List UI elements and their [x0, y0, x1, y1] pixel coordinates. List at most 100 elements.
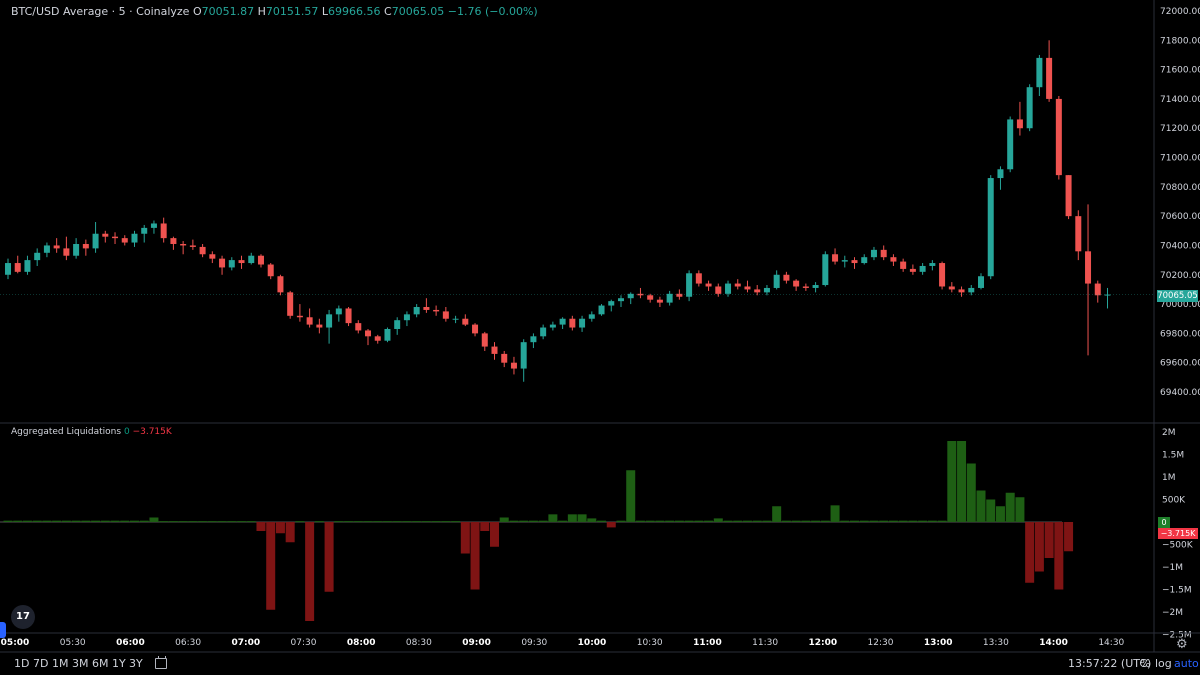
- range-3y-button[interactable]: 3Y: [129, 657, 143, 670]
- candle-down: [1055, 98, 1062, 176]
- liq-tick-label: 1M: [1162, 473, 1176, 483]
- range-3m-button[interactable]: 3M: [72, 657, 89, 670]
- candle-down: [365, 330, 372, 337]
- liq-bar-long: [577, 514, 587, 522]
- candle-up: [150, 223, 157, 228]
- candle-down: [199, 246, 206, 255]
- liq-bar-long: [373, 521, 383, 523]
- liq-bar-short: [1054, 522, 1064, 590]
- percent-scale-button[interactable]: %: [1140, 657, 1150, 670]
- liq-bar-long: [801, 520, 811, 522]
- candle-up: [34, 252, 41, 261]
- liq-bar-long: [694, 520, 704, 522]
- tradingview-logo[interactable]: 17: [11, 605, 35, 629]
- liq-bar-long: [81, 520, 91, 522]
- liq-bar-long: [217, 521, 227, 523]
- range-1d-button[interactable]: 1D: [14, 657, 29, 670]
- liq-bar-long: [1005, 492, 1015, 522]
- utc-clock[interactable]: 13:57:22 (UTC): [1068, 657, 1151, 670]
- range-7d-button[interactable]: 7D: [33, 657, 48, 670]
- candle-down: [656, 299, 663, 303]
- long-liq-value: 0: [123, 427, 130, 437]
- calendar-icon[interactable]: [155, 656, 167, 669]
- candle-down: [890, 257, 897, 262]
- candle-down: [1016, 119, 1023, 129]
- liq-bar-long: [655, 520, 665, 522]
- liquidations-legend[interactable]: Aggregated Liquidations 0 −3.715K: [11, 427, 172, 437]
- liq-bar-long: [353, 521, 363, 523]
- candle-down: [306, 317, 313, 325]
- liq-bar-long: [723, 520, 733, 522]
- candle-up: [1026, 87, 1033, 129]
- liq-bar-long: [392, 521, 402, 523]
- candle-up: [841, 260, 848, 262]
- liq-bar-short: [1064, 522, 1074, 552]
- candle-down: [14, 263, 21, 272]
- liq-bar-long: [937, 520, 947, 522]
- liq-bar-long: [71, 520, 81, 522]
- liq-bar-long: [52, 520, 62, 522]
- candle-up: [24, 260, 31, 272]
- liq-tick-label: 500K: [1162, 496, 1186, 506]
- liq-bar-long: [139, 520, 149, 522]
- bottom-toolbar: 1D 7D 1M 3M 6M 1Y 3Y 13:57:22 (UTC) % lo…: [0, 652, 1200, 675]
- time-tick-label: 10:00: [578, 638, 607, 648]
- candle-up: [579, 318, 586, 328]
- range-1y-button[interactable]: 1Y: [112, 657, 126, 670]
- liq-bar-long: [363, 521, 373, 523]
- liq-bar-long: [918, 520, 928, 522]
- candle-up: [978, 276, 984, 288]
- candle-down: [832, 254, 839, 262]
- liq-bar-long: [344, 521, 354, 523]
- candle-down: [277, 276, 284, 293]
- candle-up: [540, 327, 547, 337]
- candle-up: [929, 263, 936, 266]
- candle-up: [141, 227, 148, 234]
- candle-down: [63, 248, 70, 256]
- chart-canvas[interactable]: 72000.00 71800.00 71600.00 71400.00 71200.00…: [0, 0, 1200, 675]
- time-tick-label: 12:00: [808, 638, 837, 648]
- liq-bar-long: [966, 463, 976, 522]
- candle-up: [773, 274, 780, 288]
- candle-down: [734, 283, 741, 287]
- time-tick-label: 07:00: [231, 638, 260, 648]
- liq-bar-long: [519, 520, 529, 522]
- candle-down: [189, 245, 196, 247]
- liq-bar-long: [178, 521, 188, 523]
- price-tick-label: 70200.00: [1160, 271, 1200, 281]
- liq-bar-long: [587, 518, 597, 522]
- symbol-legend[interactable]: BTC/USD Average · 5 · Coinalyze O70051.8…: [11, 5, 538, 18]
- side-panel-handle[interactable]: [0, 622, 6, 638]
- candle-up: [403, 314, 410, 321]
- candle-down: [374, 336, 381, 341]
- candle-down: [491, 346, 498, 354]
- price-axis: 72000.00 71800.00 71600.00 71400.00 71200.00…: [1160, 7, 1200, 398]
- candle-up: [326, 314, 333, 328]
- candle-down: [715, 286, 722, 294]
- candle-down: [355, 323, 362, 331]
- liq-bar-long: [3, 520, 13, 522]
- short-liq-value: −3.715K: [132, 427, 172, 437]
- liq-bar-long: [499, 517, 509, 522]
- liq-bar-long: [159, 521, 169, 523]
- candle-down: [510, 362, 517, 369]
- candle-down: [1085, 251, 1092, 284]
- range-6m-button[interactable]: 6M: [92, 657, 109, 670]
- candle-down: [481, 333, 488, 347]
- liq-bar-long: [957, 441, 967, 522]
- candle-down: [345, 308, 352, 324]
- gear-icon[interactable]: ⚙: [1176, 637, 1188, 652]
- candle-down: [296, 315, 303, 318]
- last-price-badge: 70065.05: [1157, 290, 1198, 302]
- liq-bar-long: [674, 520, 684, 522]
- auto-scale-button[interactable]: auto: [1174, 657, 1199, 670]
- candle-up: [919, 265, 926, 272]
- log-scale-button[interactable]: log: [1155, 657, 1172, 670]
- candle-down: [267, 264, 274, 277]
- candle-down: [238, 260, 245, 264]
- candle-up: [92, 233, 99, 249]
- candle-up: [588, 314, 595, 319]
- range-1m-button[interactable]: 1M: [52, 657, 69, 670]
- liq-bar-long: [402, 521, 412, 523]
- liq-bar-long: [441, 521, 451, 523]
